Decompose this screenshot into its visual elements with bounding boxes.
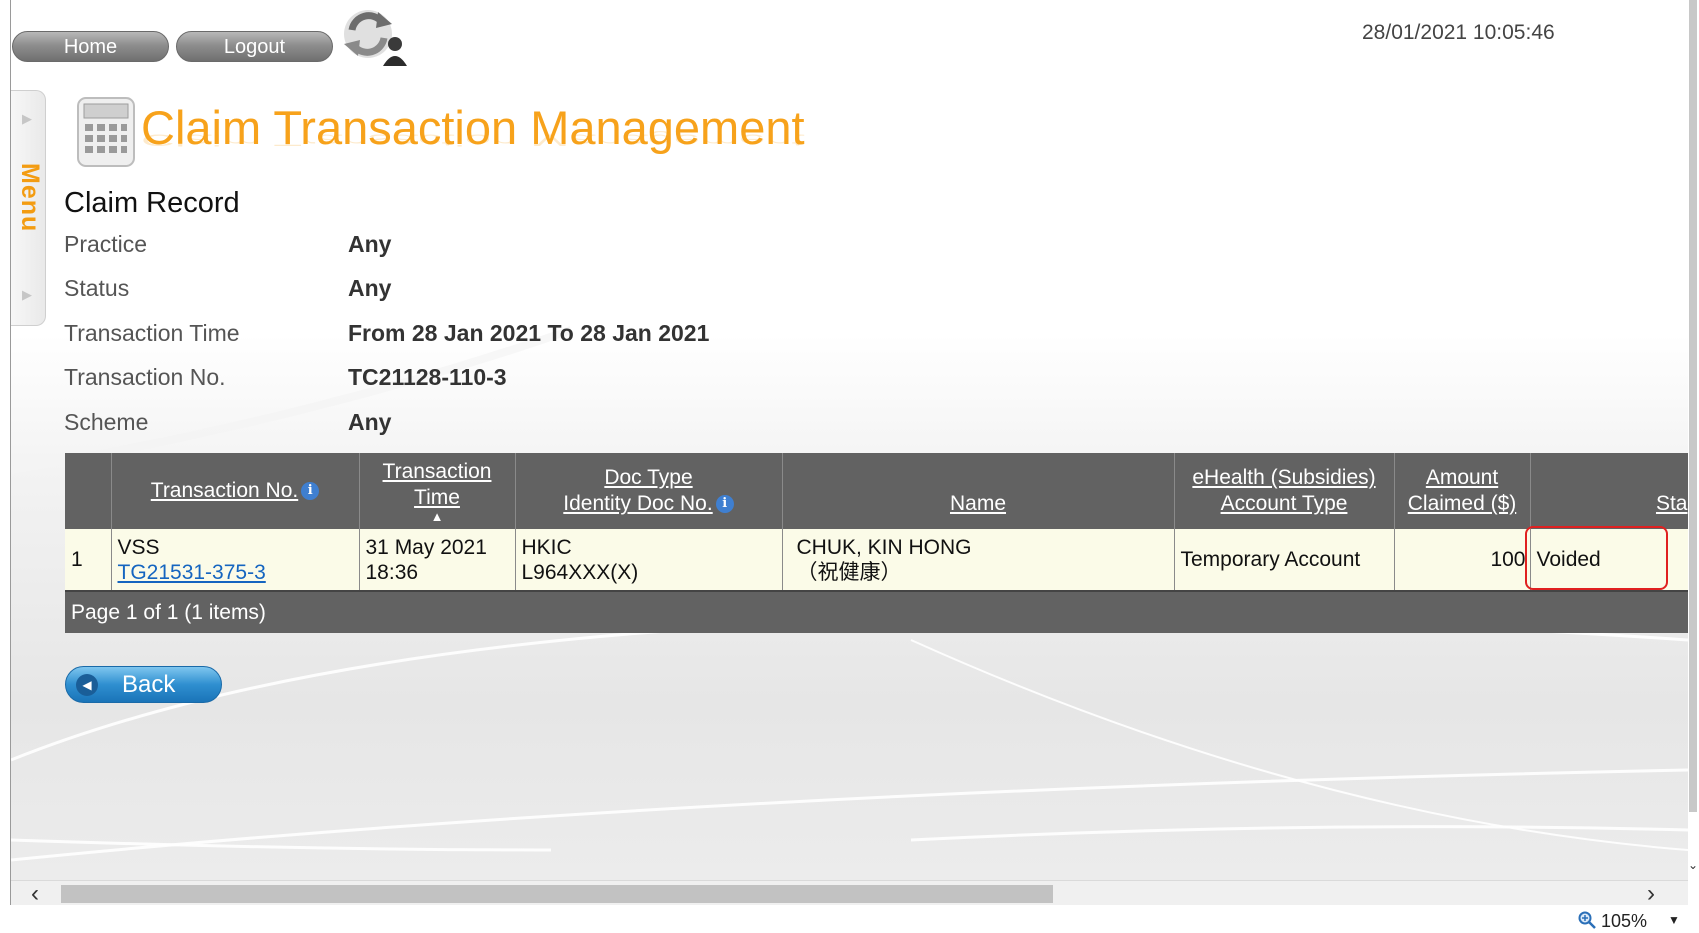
header-index <box>65 453 112 529</box>
sort-account-type-line2[interactable]: Account Type <box>1221 492 1348 515</box>
row-date: 31 May 2021 <box>365 535 487 559</box>
header-status[interactable]: Sta <box>1530 453 1689 529</box>
header-account-type[interactable]: eHealth (Subsidies) Account Type <box>1174 453 1395 529</box>
menu-label[interactable]: Menu <box>15 163 44 232</box>
sort-account-type-line1[interactable]: eHealth (Subsidies) <box>1192 466 1375 489</box>
row-status-cell: Voided <box>1524 526 1689 592</box>
sort-doc-type-link[interactable]: Doc Type <box>604 466 692 489</box>
criteria-label-transaction-no: Transaction No. <box>64 364 226 390</box>
sort-transaction-time-line2[interactable]: Time <box>414 486 460 509</box>
criteria-value-practice: Any <box>348 231 392 257</box>
row-transaction-time-cell: 31 May 2021 18:36 <box>359 529 516 592</box>
criteria-label-transaction-time: Transaction Time <box>64 320 240 346</box>
table-header-row: Transaction No. i Transaction Time ▲ Doc … <box>65 453 1689 529</box>
zoom-icon[interactable] <box>1578 911 1596 929</box>
header-transaction-time[interactable]: Transaction Time ▲ <box>359 453 516 529</box>
criteria-value-status: Any <box>348 275 392 301</box>
criteria-label-scheme: Scheme <box>64 409 149 435</box>
calculator-icon <box>77 97 135 167</box>
sort-status-link[interactable]: Sta <box>1656 492 1687 515</box>
horizontal-scroll-thumb[interactable] <box>61 885 1053 903</box>
row-scheme: VSS <box>117 535 160 559</box>
header-amount-claimed[interactable]: Amount Claimed ($) <box>1394 453 1531 529</box>
pager-text: Page 1 of 1 (1 items) <box>65 591 1688 633</box>
info-icon[interactable]: i <box>715 495 734 514</box>
criteria-value-transaction-time: From 28 Jan 2021 To 28 Jan 2021 <box>348 320 710 346</box>
criteria-value-transaction-no: TC21128-110-3 <box>348 364 507 390</box>
sort-transaction-no-link[interactable]: Transaction No. <box>151 479 298 502</box>
status-bar: 105% ▼ <box>0 905 1699 933</box>
status-highlight-box <box>1524 526 1668 590</box>
zoom-level[interactable]: 105% <box>1601 911 1647 932</box>
side-menu-tab[interactable]: ▶ Menu ▶ <box>11 90 46 326</box>
vertical-scroll-thumb[interactable] <box>1689 0 1697 812</box>
claim-record-table: Transaction No. i Transaction Time ▲ Doc … <box>65 453 1689 633</box>
criteria-label-status: Status <box>64 275 130 301</box>
table-row: 1 VSS TG21531-375-3 31 May 2021 18:36 HK… <box>65 526 1689 592</box>
section-title: Claim Record <box>64 187 240 219</box>
sort-ascending-icon: ▲ <box>430 509 444 524</box>
back-arrow-icon: ◀ <box>76 674 98 696</box>
header-doc-type[interactable]: Doc Type Identity Doc No. i <box>515 453 783 529</box>
header-transaction-no[interactable]: Transaction No. i <box>111 453 360 529</box>
back-button[interactable]: ◀ Back <box>65 666 222 703</box>
sort-amount-line1[interactable]: Amount <box>1426 466 1498 489</box>
header-name[interactable]: Name <box>782 453 1175 529</box>
row-name-cell: CHUK, KIN HONG （祝健康） <box>782 529 1175 592</box>
scroll-left-icon[interactable]: ‹ <box>31 880 39 908</box>
sort-amount-line2[interactable]: Claimed ($) <box>1408 492 1517 515</box>
horizontal-scrollbar[interactable]: ‹ › <box>11 880 1688 908</box>
row-name-en: CHUK, KIN HONG <box>796 535 972 559</box>
row-transaction-cell: VSS TG21531-375-3 <box>111 529 360 592</box>
expand-arrow-icon[interactable]: ▶ <box>22 287 32 303</box>
zoom-dropdown-icon[interactable]: ▼ <box>1668 913 1680 927</box>
scroll-down-icon[interactable]: ⌄ <box>1688 858 1698 872</box>
back-button-label: Back <box>122 671 176 698</box>
page-title-reflection: Claim Transaction Management <box>141 131 805 150</box>
pager-row: Page 1 of 1 (1 items) <box>65 591 1688 633</box>
criteria-value-scheme: Any <box>348 409 392 435</box>
row-doc-cell: HKIC L964XXX(X) <box>515 529 783 592</box>
info-icon[interactable]: i <box>301 482 320 501</box>
row-doc-type: HKIC <box>521 535 572 559</box>
row-time: 18:36 <box>365 560 419 584</box>
sort-identity-doc-no-link[interactable]: Identity Doc No. <box>563 492 712 515</box>
home-button[interactable]: Home <box>12 31 169 62</box>
sort-transaction-time-line1[interactable]: Transaction <box>383 460 492 483</box>
sort-name-link[interactable]: Name <box>950 492 1006 515</box>
expand-arrow-icon[interactable]: ▶ <box>22 111 32 127</box>
row-index: 1 <box>65 529 112 592</box>
transaction-no-link[interactable]: TG21531-375-3 <box>118 561 266 584</box>
refresh-user-icon[interactable] <box>338 6 420 66</box>
row-account-type: Temporary Account <box>1174 529 1395 592</box>
row-amount: 100 <box>1394 529 1531 592</box>
vertical-scrollbar[interactable]: ⌄ <box>1688 0 1699 880</box>
scroll-right-icon[interactable]: › <box>1647 880 1655 908</box>
row-doc-no: L964XXX(X) <box>521 560 639 584</box>
logout-button[interactable]: Logout <box>176 31 333 62</box>
row-name-zh: （祝健康） <box>796 559 902 584</box>
criteria-label-practice: Practice <box>64 231 148 257</box>
current-datetime: 28/01/2021 10:05:46 <box>1362 21 1555 44</box>
